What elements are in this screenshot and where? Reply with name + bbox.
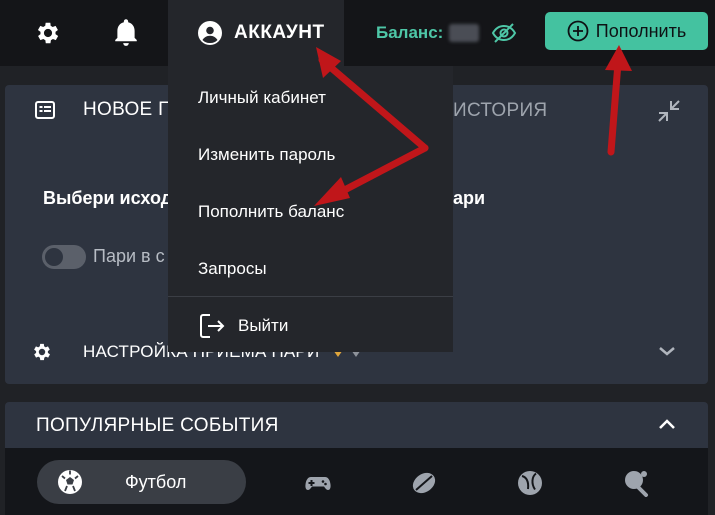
soccer-ball-icon [58, 470, 82, 494]
account-dropdown: Личный кабинет Изменить пароль Пополнить… [168, 66, 453, 352]
gamepad-icon[interactable] [304, 469, 332, 497]
popular-events-panel: ПОПУЛЯРНЫЕ СОБЫТИЯ Футбол [5, 402, 708, 515]
coupon-icon [35, 101, 55, 119]
gear-icon[interactable] [28, 13, 68, 53]
chevron-up-icon[interactable] [655, 412, 679, 436]
bet-toggle[interactable] [42, 245, 86, 269]
hockey-puck-icon[interactable] [410, 469, 438, 497]
balance-label: Баланс: [376, 23, 444, 42]
account-tab[interactable]: АККАУНТ [168, 0, 344, 66]
choose-outcome-text-end: ари [453, 188, 486, 208]
tab-new-bet[interactable]: НОВОЕ П [35, 97, 172, 123]
balance-value-hidden [449, 24, 480, 42]
menu-item-top-up-balance[interactable]: Пополнить баланс [198, 202, 344, 222]
topup-label: Пополнить [595, 20, 687, 41]
chevron-down-icon[interactable] [655, 339, 679, 363]
plus-circle-icon [567, 20, 589, 42]
sports-bar: Футбол [5, 448, 708, 515]
balance: Баланс: [376, 21, 517, 45]
top-bar: АККАУНТ Баланс: Пополнить [0, 0, 715, 66]
tab-history[interactable]: ИСТОРИЯ [453, 100, 547, 122]
collapse-icon[interactable] [655, 97, 683, 125]
sport-tab-football[interactable]: Футбол [37, 460, 246, 504]
user-icon [198, 21, 222, 45]
logout-label: Выйти [238, 316, 289, 335]
menu-item-change-password[interactable]: Изменить пароль [198, 145, 335, 165]
popular-events-title: ПОПУЛЯРНЫЕ СОБЫТИЯ [36, 415, 279, 436]
menu-item-requests[interactable]: Запросы [198, 259, 267, 279]
account-label: АККАУНТ [234, 22, 325, 43]
menu-divider [168, 296, 453, 297]
choose-outcome-text: Выбери исход [43, 188, 173, 208]
logout-icon [200, 314, 225, 338]
topup-button[interactable]: Пополнить [545, 12, 708, 50]
logout-button[interactable]: Выйти [198, 313, 288, 339]
menu-item-personal-account[interactable]: Личный кабинет [198, 88, 326, 108]
sport-tab-football-label: Футбол [125, 471, 187, 492]
tennis-ball-icon[interactable] [516, 469, 544, 497]
bet-toggle-label: Пари в с [93, 246, 165, 266]
table-tennis-icon[interactable] [622, 469, 650, 497]
tab-new-bet-label: НОВОЕ П [83, 99, 173, 120]
bell-icon[interactable] [106, 13, 146, 53]
gear-icon [34, 343, 50, 361]
eye-off-icon[interactable] [491, 22, 517, 44]
